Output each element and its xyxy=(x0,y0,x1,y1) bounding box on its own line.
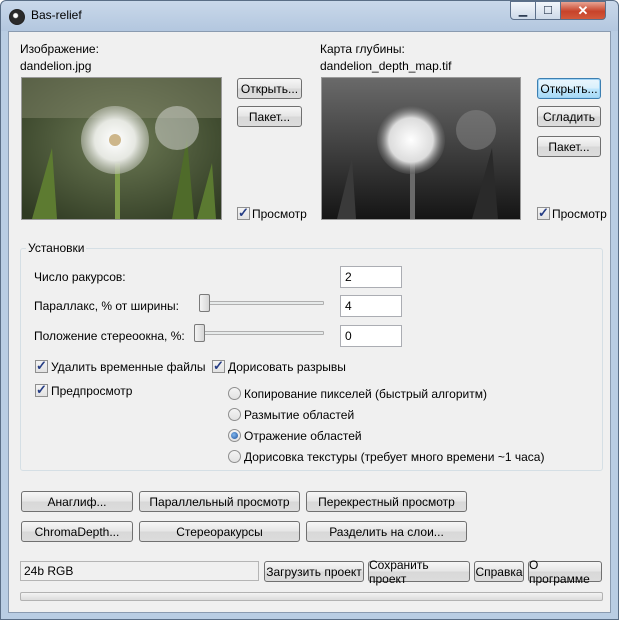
image-batch-button[interactable]: Пакет... xyxy=(237,106,302,127)
method-copy-pixels-label: Копирование пикселей (быстрый алгоритм) xyxy=(244,387,487,401)
parallax-slider-thumb[interactable] xyxy=(199,294,210,312)
stereo-views-button[interactable]: Стереоракурсы xyxy=(139,521,300,542)
depth-filename: dandelion_depth_map.tif xyxy=(320,59,452,73)
views-input[interactable]: 2 xyxy=(340,266,402,288)
fill-gaps-label: Дорисовать разрывы xyxy=(228,360,346,374)
stereo-window-slider-thumb[interactable] xyxy=(194,324,205,342)
method-blur-label: Размытие областей xyxy=(244,408,355,422)
method-reflect-radio[interactable] xyxy=(228,429,241,442)
depth-preview xyxy=(321,77,521,220)
depth-preview-checkbox[interactable] xyxy=(537,205,550,221)
fill-gaps-checkbox[interactable] xyxy=(212,358,225,374)
app-icon xyxy=(9,9,25,25)
stereo-window-label: Положение стереоокна, %: xyxy=(34,329,185,343)
title-bar[interactable]: Bas-relief ▁ ☐ ✕ xyxy=(1,1,618,31)
prepreview-label: Предпросмотр xyxy=(51,384,133,398)
settings-title: Установки xyxy=(26,241,87,255)
views-label: Число ракурсов: xyxy=(34,270,126,284)
parallax-slider-track[interactable] xyxy=(199,301,324,305)
stereo-window-input[interactable]: 0 xyxy=(340,325,402,347)
depth-batch-button[interactable]: Пакет... xyxy=(537,136,601,157)
minimize-icon: ▁ xyxy=(518,5,528,17)
app-window: Bas-relief ▁ ☐ ✕ Изображение: dandelion.… xyxy=(0,0,619,620)
depth-label: Карта глубины: xyxy=(320,42,405,56)
delete-temp-label: Удалить временные файлы xyxy=(51,360,206,374)
depth-open-button[interactable]: Открыть... xyxy=(537,78,601,99)
parallel-view-button[interactable]: Параллельный просмотр xyxy=(139,491,300,512)
close-button[interactable]: ✕ xyxy=(560,1,606,20)
depth-map-image xyxy=(322,78,520,219)
image-open-button[interactable]: Открыть... xyxy=(237,78,302,99)
save-project-button[interactable]: Сохранить проект xyxy=(368,558,470,586)
cross-view-button[interactable]: Перекрестный просмотр xyxy=(306,491,467,512)
maximize-button[interactable]: ☐ xyxy=(535,1,561,20)
progress-bar xyxy=(20,592,603,601)
status-field: 24b RGB xyxy=(20,561,259,581)
minimize-button[interactable]: ▁ xyxy=(510,1,536,20)
method-copy-pixels-radio[interactable] xyxy=(228,387,241,400)
parallax-label: Параллакс, % от ширины: xyxy=(34,299,179,313)
split-layers-button[interactable]: Разделить на слои... xyxy=(306,521,467,542)
about-button[interactable]: О программе xyxy=(528,558,602,586)
load-project-button[interactable]: Загрузить проект xyxy=(264,561,364,582)
image-preview xyxy=(21,77,222,220)
delete-temp-checkbox[interactable] xyxy=(35,358,48,374)
method-texture-label: Дорисовка текстуры (требует много времен… xyxy=(244,450,545,464)
dandelion-photo xyxy=(22,78,221,219)
window-title: Bas-relief xyxy=(31,8,82,22)
stereo-window-slider-track[interactable] xyxy=(194,331,324,335)
chromadepth-button[interactable]: ChromaDepth... xyxy=(21,521,133,542)
depth-smooth-button[interactable]: Сгладить xyxy=(537,106,601,127)
image-label: Изображение: xyxy=(20,42,99,56)
anaglyph-button[interactable]: Анаглиф... xyxy=(21,491,133,512)
image-preview-label: Просмотр xyxy=(252,207,307,221)
image-filename: dandelion.jpg xyxy=(20,59,92,73)
method-reflect-label: Отражение областей xyxy=(244,429,362,443)
depth-preview-label: Просмотр xyxy=(552,207,607,221)
image-preview-checkbox[interactable] xyxy=(237,205,250,221)
parallax-input[interactable]: 4 xyxy=(340,295,402,317)
help-button[interactable]: Справка xyxy=(474,561,524,582)
maximize-icon: ☐ xyxy=(543,5,553,17)
close-icon: ✕ xyxy=(577,2,589,18)
method-blur-radio[interactable] xyxy=(228,408,241,421)
method-texture-radio[interactable] xyxy=(228,450,241,463)
client-area: Изображение: dandelion.jpg Открыть... Па… xyxy=(8,31,611,613)
prepreview-checkbox[interactable] xyxy=(35,382,48,398)
